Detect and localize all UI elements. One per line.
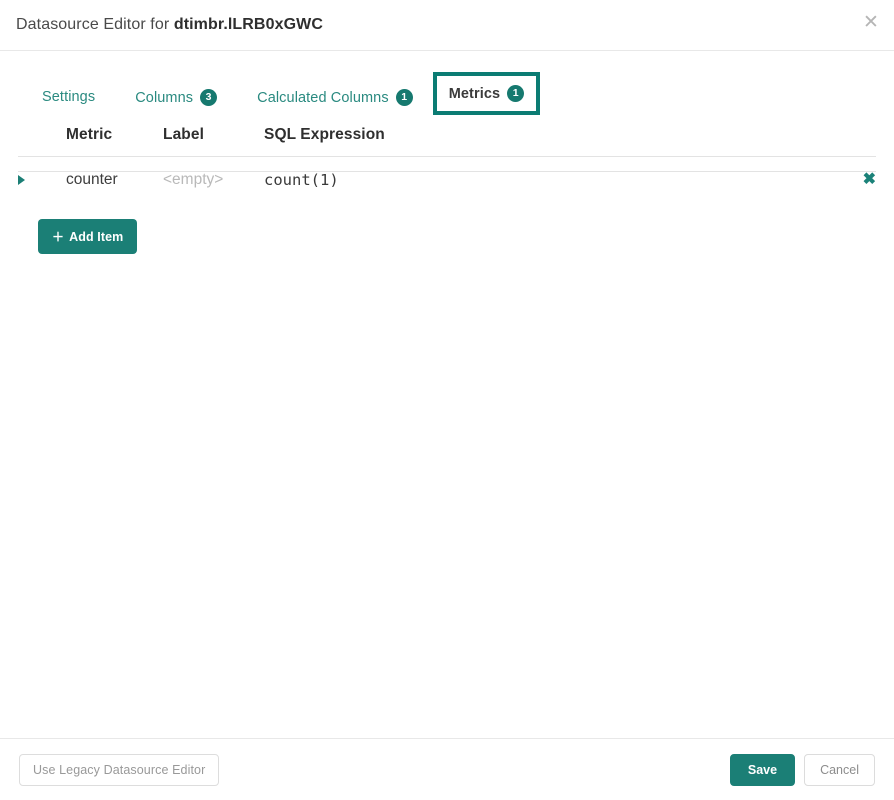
metrics-table: Metric Label SQL Expression counter <emp…: [18, 121, 876, 205]
page-title-datasource: dtimbr.lLRB0xGWC: [174, 16, 323, 33]
close-icon[interactable]: ✕: [860, 12, 882, 34]
plus-icon: ＋: [52, 228, 64, 245]
table-head: Metric Label SQL Expression: [18, 121, 876, 157]
add-item-button[interactable]: ＋ Add Item: [38, 219, 137, 254]
cell-label[interactable]: <empty>: [163, 157, 264, 206]
tab-calculated-columns-label: Calculated Columns: [257, 90, 389, 106]
modal-footer: Use Legacy Datasource Editor Save Cancel: [0, 738, 894, 800]
cell-metric[interactable]: counter: [66, 157, 163, 206]
column-header-metric: Metric: [66, 121, 163, 157]
modal-header: Datasource Editor for dtimbr.lLRB0xGWC ✕: [0, 0, 894, 51]
tab-settings[interactable]: Settings: [22, 72, 115, 122]
use-legacy-datasource-editor-button[interactable]: Use Legacy Datasource Editor: [19, 754, 219, 786]
tab-metrics-label: Metrics: [449, 86, 500, 102]
tab-bar-divider: [18, 171, 876, 172]
table-header-row: Metric Label SQL Expression: [18, 121, 876, 157]
tab-metrics-badge: 1: [507, 85, 524, 102]
metrics-table-region: Metric Label SQL Expression counter <emp…: [0, 121, 894, 254]
datasource-editor-modal: Datasource Editor for dtimbr.lLRB0xGWC ✕…: [0, 0, 894, 800]
column-header-label: Label: [163, 121, 264, 157]
chevron-right-icon[interactable]: [18, 175, 25, 185]
tab-calculated-columns[interactable]: Calculated Columns 1: [237, 72, 433, 123]
remove-icon[interactable]: ✖: [863, 171, 876, 188]
table-body: counter <empty> count(1) ✖: [18, 157, 876, 206]
page-title-prefix: Datasource Editor for: [16, 16, 174, 33]
row-actions-cell: ✖: [816, 157, 876, 206]
cell-sql-expression[interactable]: count(1): [264, 157, 816, 206]
row-expander-cell: [18, 157, 66, 206]
tab-columns-label: Columns: [135, 90, 193, 106]
tab-settings-label: Settings: [42, 89, 95, 105]
column-header-expander: [18, 121, 66, 157]
table-row: counter <empty> count(1) ✖: [18, 157, 876, 206]
add-item-row: ＋ Add Item: [18, 205, 876, 254]
tab-bar: Settings Columns 3 Calculated Columns 1 …: [0, 51, 894, 121]
tab-columns[interactable]: Columns 3: [115, 72, 237, 123]
tab-calculated-columns-badge: 1: [396, 89, 413, 106]
column-header-sql-expression: SQL Expression: [264, 121, 816, 157]
tab-metrics[interactable]: Metrics 1: [433, 72, 540, 115]
cancel-button[interactable]: Cancel: [804, 754, 875, 786]
tab-columns-badge: 3: [200, 89, 217, 106]
footer-actions: Save Cancel: [730, 754, 875, 786]
page-title: Datasource Editor for dtimbr.lLRB0xGWC: [16, 16, 323, 34]
add-item-label: Add Item: [69, 230, 123, 244]
save-button[interactable]: Save: [730, 754, 795, 786]
column-header-actions: [816, 121, 876, 157]
tab-list: Settings Columns 3 Calculated Columns 1 …: [0, 72, 894, 120]
